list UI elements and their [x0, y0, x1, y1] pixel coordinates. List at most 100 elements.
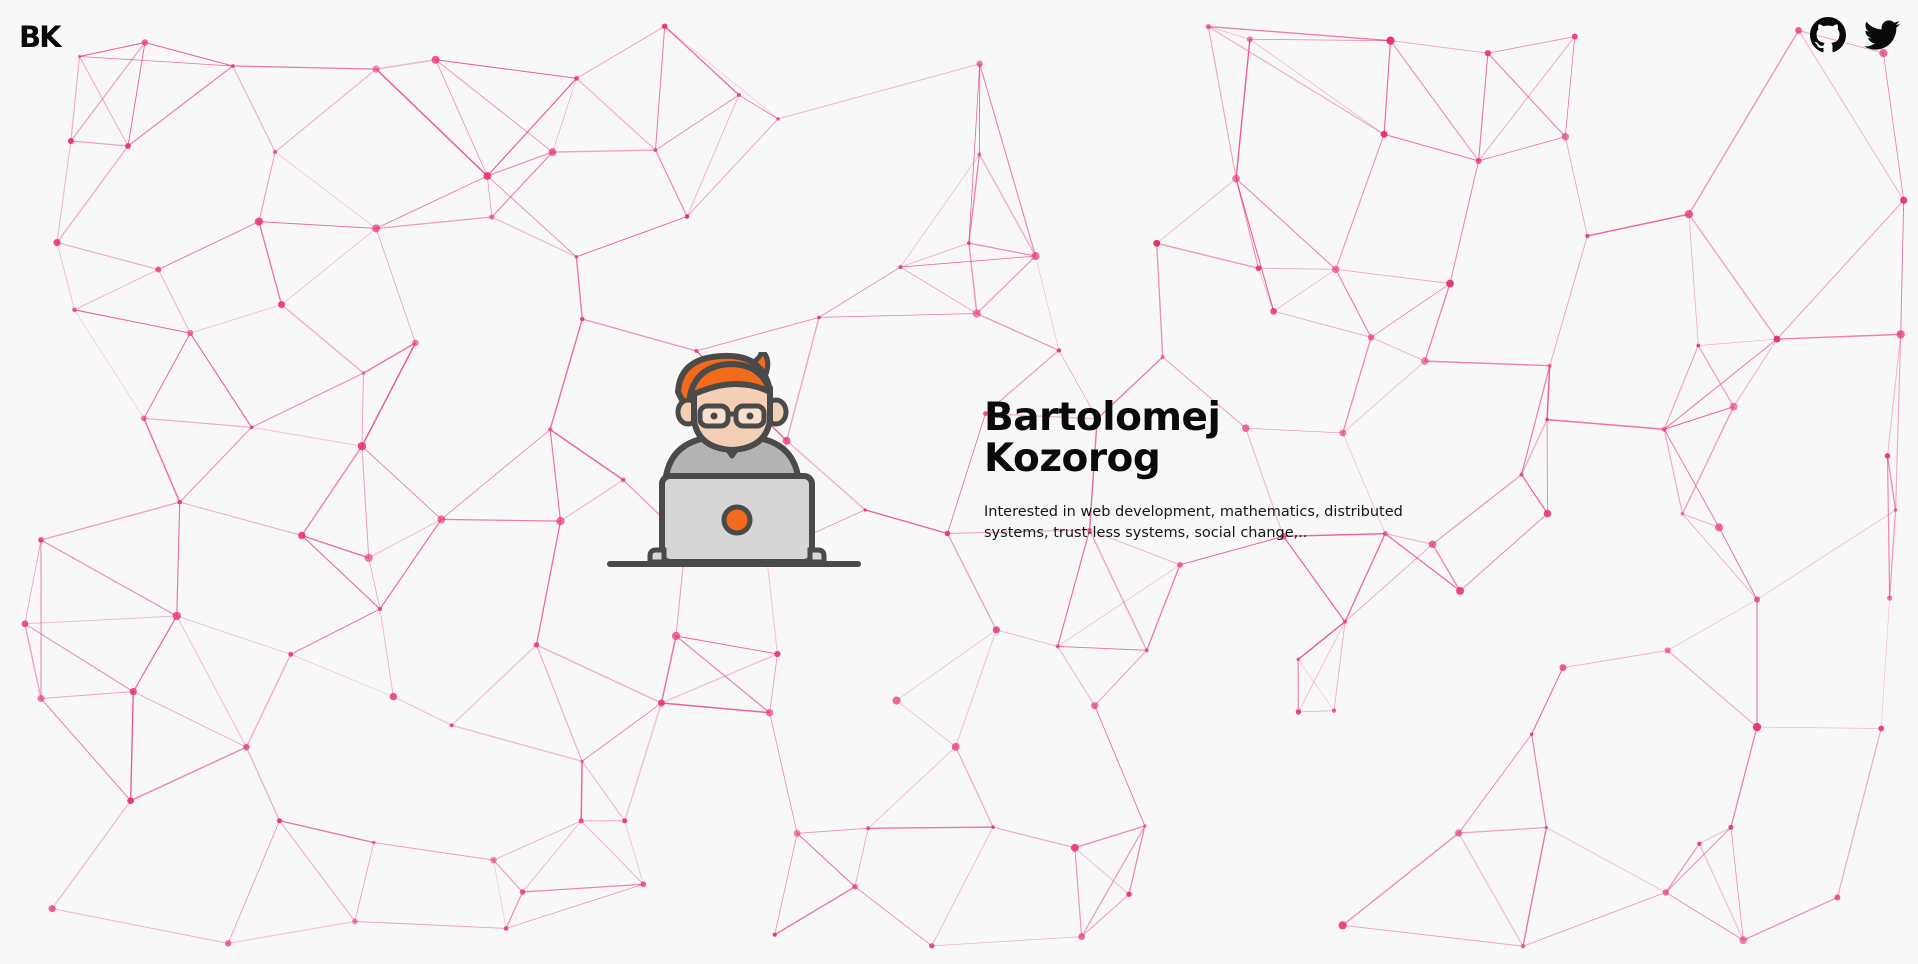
network-link [127, 42, 146, 147]
network-node [431, 55, 440, 64]
network-node [991, 825, 995, 829]
network-link [361, 445, 442, 520]
network-link [189, 332, 253, 428]
network-node [125, 143, 131, 149]
network-link [955, 746, 994, 828]
network-link [864, 509, 948, 535]
network-link [301, 534, 369, 559]
network-link [1390, 40, 1488, 54]
network-node [1255, 265, 1262, 272]
network-link [1587, 213, 1690, 237]
network-node [1246, 36, 1253, 43]
network-node [1126, 891, 1132, 897]
network-link [675, 635, 771, 714]
network-link [1698, 843, 1744, 941]
network-link [1562, 649, 1668, 669]
network-node [276, 818, 283, 824]
network-link [1370, 283, 1451, 338]
network-background [21, 23, 1908, 949]
network-link [777, 63, 980, 120]
network-link [493, 820, 582, 861]
network-link [1733, 338, 1778, 407]
network-link [274, 68, 377, 153]
network-link [900, 266, 977, 314]
network-node [1455, 829, 1463, 837]
network-link [660, 635, 677, 704]
network-link [1128, 825, 1146, 895]
network-link [1235, 39, 1251, 179]
network-link [796, 833, 856, 888]
network-link [258, 221, 283, 305]
network-link [143, 418, 181, 503]
network-link [1431, 543, 1461, 592]
network-link [818, 313, 977, 318]
network-link [1836, 728, 1882, 898]
network-link [1335, 269, 1372, 338]
network-link [1880, 598, 1890, 729]
network-link [393, 696, 452, 726]
network-node [1331, 265, 1340, 274]
network-link [361, 446, 370, 558]
network-link [74, 309, 145, 419]
network-link [576, 25, 665, 79]
network-link [696, 316, 820, 352]
network-link [24, 615, 177, 625]
network-node [1475, 157, 1482, 164]
network-node [671, 631, 681, 641]
network-link [179, 426, 253, 503]
site-logo[interactable]: BK [19, 20, 62, 54]
network-link [40, 539, 178, 617]
network-link [979, 63, 1037, 257]
network-node [661, 23, 668, 30]
network-node [67, 138, 74, 144]
network-link [774, 833, 798, 935]
network-node [1896, 330, 1905, 339]
network-link [1522, 892, 1666, 947]
network-link [176, 502, 181, 617]
network-link [992, 826, 1076, 849]
network-link [281, 228, 377, 305]
network-node [1338, 921, 1347, 930]
network-node [1295, 709, 1302, 715]
network-node [77, 54, 82, 59]
network-link [258, 151, 276, 222]
network-link [1342, 924, 1524, 947]
network-link [375, 68, 488, 177]
network-link [818, 266, 901, 318]
network-node [578, 818, 584, 824]
network-link [1458, 826, 1547, 834]
network-link [487, 151, 553, 177]
network-node [574, 75, 579, 81]
network-node [1559, 664, 1567, 672]
network-link [1249, 39, 1385, 135]
network-link [1520, 419, 1548, 475]
network-node [1773, 335, 1781, 343]
github-link[interactable] [1810, 17, 1846, 53]
network-link [675, 635, 778, 655]
network-node [547, 427, 553, 432]
network-link [157, 269, 191, 334]
network-node [1296, 657, 1300, 662]
network-node [357, 441, 367, 451]
network-link [132, 615, 178, 692]
network-link [1335, 269, 1451, 284]
network-link [968, 243, 978, 314]
network-node [1386, 36, 1395, 45]
network-link [867, 746, 956, 829]
twitter-link[interactable] [1864, 17, 1900, 53]
network-link [52, 908, 229, 944]
network-link [144, 42, 233, 67]
network-link [655, 94, 740, 151]
network-node [230, 64, 235, 68]
network-node [793, 829, 801, 837]
network-link [1520, 474, 1548, 514]
network-link [435, 59, 488, 177]
network-link [896, 629, 997, 701]
network-node [372, 840, 376, 845]
network-node [1680, 512, 1685, 516]
network-node [449, 723, 454, 728]
network-link [582, 318, 697, 352]
network-link [228, 920, 356, 944]
network-node [556, 516, 565, 526]
network-link [158, 221, 260, 270]
